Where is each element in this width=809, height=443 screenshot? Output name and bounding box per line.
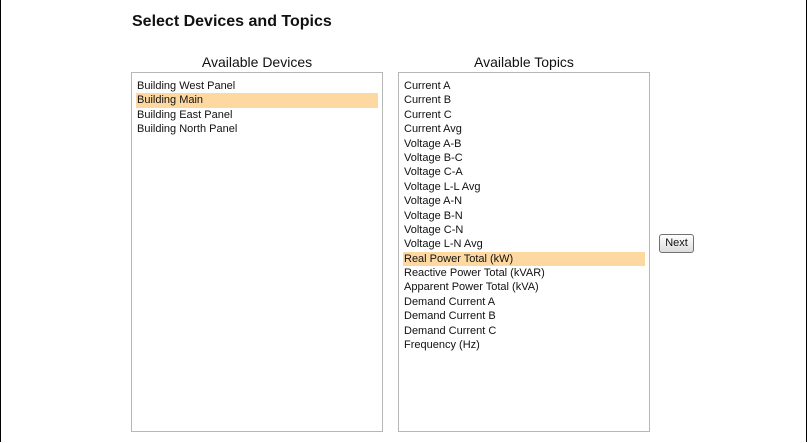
topic-option[interactable]: Demand Current C [403,324,645,338]
topic-option[interactable]: Real Power Total (kW) [403,251,645,267]
topic-option[interactable]: Demand Current A [403,295,645,309]
device-option[interactable]: Building East Panel [136,108,378,122]
topic-option[interactable]: Apparent Power Total (kVA) [403,280,645,294]
topics-list: Current A Current B Current C Current Avg Vo… [399,73,649,352]
topic-option[interactable]: Current A [403,79,645,93]
page-frame: Select Devices and Topics Available Devi… [0,0,807,442]
topic-option[interactable]: Voltage A-B [403,137,645,151]
topic-option[interactable]: Voltage B-N [403,209,645,223]
topic-option[interactable]: Reactive Power Total (kVAR) [403,266,645,280]
topic-option[interactable]: Voltage L-N Avg [403,237,645,251]
topic-option[interactable]: Current Avg [403,122,645,136]
topics-listbox[interactable]: Current A Current B Current C Current Avg Vo… [398,72,650,432]
topic-option[interactable]: Current B [403,93,645,107]
devices-listbox[interactable]: Building West Panel Building Main Building… [131,72,383,432]
topic-option[interactable]: Voltage B-C [403,151,645,165]
device-option[interactable]: Building North Panel [136,122,378,136]
topic-option[interactable]: Voltage C-N [403,223,645,237]
topic-option[interactable]: Current C [403,108,645,122]
next-button[interactable]: Next [659,234,694,253]
page-title: Select Devices and Topics [132,13,332,30]
topic-option[interactable]: Voltage C-A [403,165,645,179]
topic-option[interactable]: Demand Current B [403,309,645,323]
topic-option[interactable]: Voltage L-L Avg [403,180,645,194]
device-option[interactable]: Building Main [136,93,378,108]
device-option[interactable]: Building West Panel [136,79,378,93]
topic-option[interactable]: Frequency (Hz) [403,338,645,352]
devices-list: Building West Panel Building Main Building… [132,73,382,137]
devices-heading: Available Devices [201,54,313,70]
topic-option[interactable]: Voltage A-N [403,194,645,208]
topics-heading: Available Topics [474,54,574,70]
